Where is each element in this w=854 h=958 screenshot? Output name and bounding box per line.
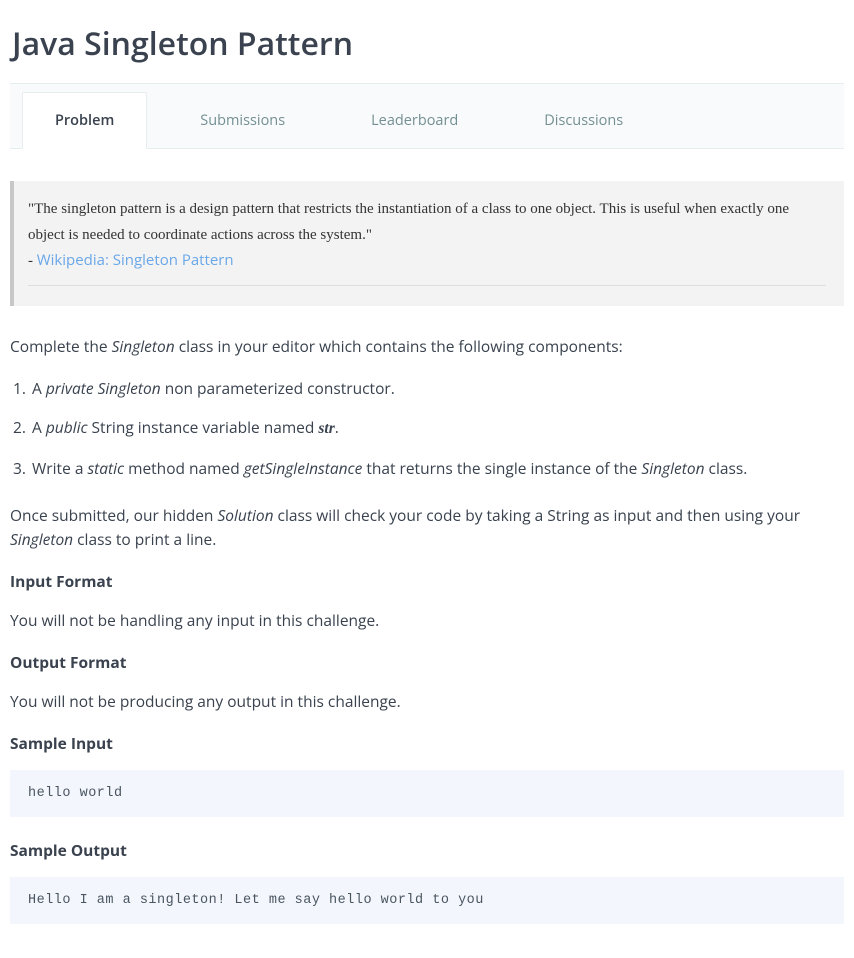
li-italic: Singleton (641, 457, 704, 479)
quote-source-prefix: - (28, 253, 37, 269)
li-text: non parameterized constructor. (161, 377, 395, 399)
tab-discussions[interactable]: Discussions (511, 92, 656, 149)
list-item: A public String instance variable named … (30, 415, 844, 442)
tab-submissions[interactable]: Submissions (167, 92, 318, 149)
sample-input-heading: Sample Input (10, 732, 844, 754)
page-title: Java Singleton Pattern (12, 22, 844, 65)
tab-leaderboard[interactable]: Leaderboard (338, 92, 491, 149)
tabs-bar: Problem Submissions Leaderboard Discussi… (10, 83, 844, 149)
li-italic: getSingleInstance (244, 457, 363, 479)
li-italic: private Singleton (46, 377, 161, 399)
quote-block: "The singleton pattern is a design patte… (10, 181, 844, 306)
li-text: A (32, 377, 46, 399)
intro-paragraph: Complete the Singleton class in your edi… (10, 334, 844, 359)
input-format-heading: Input Format (10, 570, 844, 592)
li-italic: static (87, 457, 124, 479)
li-italic: public (46, 416, 88, 438)
li-text: that returns the single instance of the (362, 457, 641, 479)
intro-italic: Singleton (112, 335, 175, 357)
requirements-list: A private Singleton non parameterized co… (16, 376, 844, 480)
li-text: class. (705, 457, 748, 479)
output-format-body: You will not be producing any output in … (10, 689, 844, 714)
li-text: Write a (32, 457, 87, 479)
intro-post: class in your editor which contains the … (175, 335, 623, 357)
input-format-body: You will not be handling any input in th… (10, 608, 844, 633)
outro-paragraph: Once submitted, our hidden Solution clas… (10, 503, 844, 553)
outro-post: class to print a line. (73, 528, 216, 550)
outro-italic: Singleton (10, 528, 73, 550)
sample-output-heading: Sample Output (10, 839, 844, 861)
li-text: . (335, 416, 339, 438)
outro-italic: Solution (217, 504, 273, 526)
tab-problem[interactable]: Problem (22, 92, 147, 149)
list-item: Write a static method named getSingleIns… (30, 456, 844, 481)
li-text: A (32, 416, 46, 438)
li-text: String instance variable named (88, 416, 319, 438)
quote-text: "The singleton pattern is a design patte… (28, 197, 826, 248)
problem-content: "The singleton pattern is a design patte… (10, 181, 844, 924)
li-text: method named (124, 457, 244, 479)
outro-mid: class will check your code by taking a S… (274, 504, 801, 526)
output-format-heading: Output Format (10, 651, 844, 673)
intro-pre: Complete the (10, 335, 112, 357)
list-item: A private Singleton non parameterized co… (30, 376, 844, 401)
li-bold: str (318, 420, 334, 437)
sample-input-code: hello world (10, 770, 844, 817)
sample-output-code: Hello I am a singleton! Let me say hello… (10, 877, 844, 924)
quote-source-link[interactable]: Wikipedia: Singleton Pattern (37, 250, 234, 270)
quote-divider (28, 285, 826, 286)
outro-pre: Once submitted, our hidden (10, 504, 217, 526)
